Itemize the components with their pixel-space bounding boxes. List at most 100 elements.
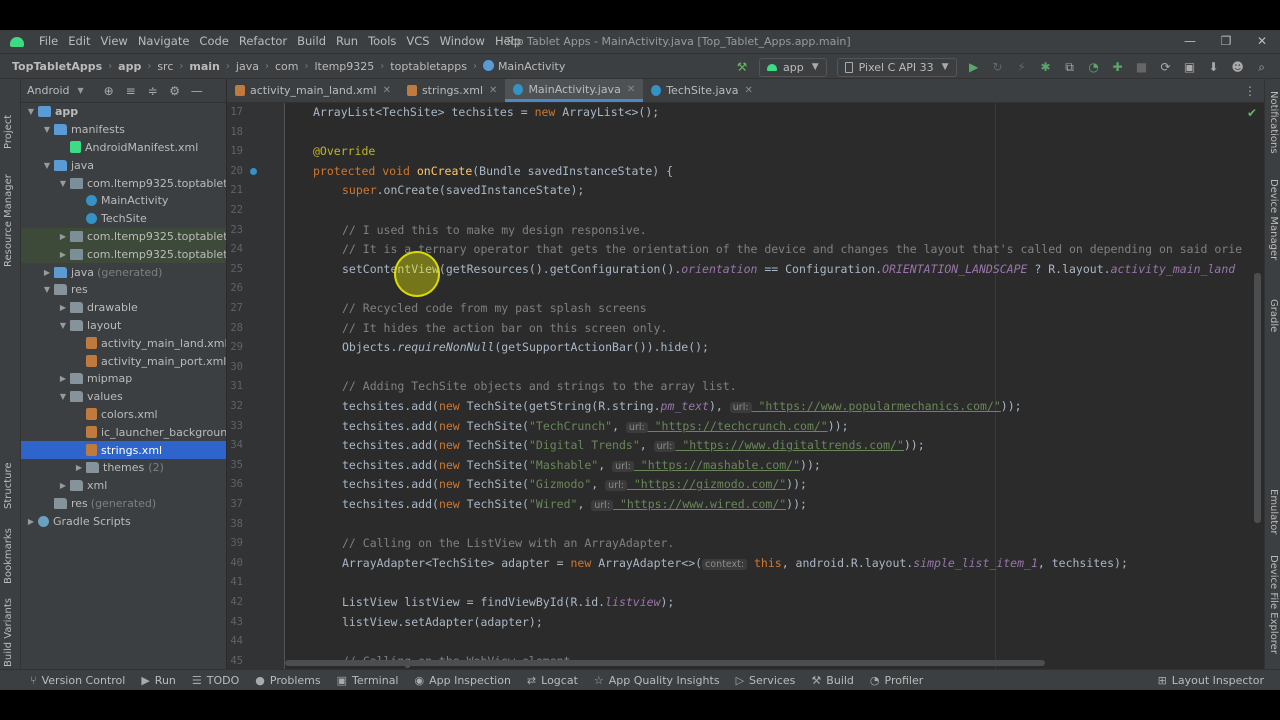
tab-activity-main-land[interactable]: activity_main_land.xml ✕ (227, 79, 399, 102)
close-icon[interactable]: ✕ (383, 85, 391, 96)
breadcrumb-com[interactable]: com (271, 60, 303, 73)
menu-vcs[interactable]: VCS (401, 30, 434, 53)
menu-run[interactable]: Run (331, 30, 363, 53)
sync-gradle-icon[interactable]: ⟳ (1155, 56, 1177, 78)
device-manager-icon[interactable]: ▣ (1179, 56, 1201, 78)
vertical-scrollbar[interactable] (1254, 273, 1261, 523)
rerun-icon[interactable]: ↻ (987, 56, 1009, 78)
menu-tools[interactable]: Tools (363, 30, 401, 53)
build-tool-button[interactable]: ⚒ Build (803, 674, 862, 687)
code-with-me-icon[interactable]: ☻ (1227, 56, 1249, 78)
search-icon[interactable]: ⌕ (1251, 56, 1273, 78)
emulator-tool-tab[interactable]: Emulator (1268, 489, 1279, 534)
tab-techsite[interactable]: TechSite.java ✕ (643, 79, 761, 102)
tree-item-package-main[interactable]: ▼ com.ltemp9325.toptabletapps (21, 174, 226, 192)
hide-panel-icon[interactable]: — (186, 84, 208, 98)
profile-icon[interactable]: ◔ (1083, 56, 1105, 78)
menu-build[interactable]: Build (292, 30, 331, 53)
breadcrumb-src[interactable]: src (153, 60, 177, 73)
tree-item-xml[interactable]: ▶ xml (21, 477, 226, 495)
tree-item-mipmap[interactable]: ▶ mipmap (21, 370, 226, 388)
tree-item-mainactivity[interactable]: MainActivity (21, 192, 226, 210)
gear-icon[interactable]: ⚙ (1275, 56, 1280, 78)
code-editor[interactable]: ✔ 17 ArrayList<TechSite> techsites = new … (227, 103, 1264, 669)
device-select[interactable]: Pixel C API 33 ▼ (836, 57, 957, 77)
debug-icon[interactable]: ✱ (1035, 56, 1057, 78)
horizontal-scrollbar[interactable] (285, 660, 1045, 666)
logcat-tool-button[interactable]: ⇄ Logcat (519, 674, 586, 687)
attach-debugger-icon[interactable]: ⧉ (1059, 56, 1081, 78)
device-file-explorer-tool-tab[interactable]: Device File Explorer (1268, 555, 1279, 654)
tab-mainactivity[interactable]: MainActivity.java ✕ (505, 79, 644, 102)
run-config-select[interactable]: app ▼ (759, 57, 827, 77)
tree-item-package-test[interactable]: ▶ com.ltemp9325.toptabletapps (21, 245, 226, 264)
tree-item-techsite[interactable]: TechSite (21, 210, 226, 228)
device-manager-tool-tab[interactable]: Device Manager (1268, 179, 1279, 260)
tree-item-activity-main-land[interactable]: activity_main_land.xml (21, 334, 226, 352)
services-tool-button[interactable]: ▷ Services (728, 674, 804, 687)
breadcrumb-java[interactable]: java (232, 60, 263, 73)
close-icon[interactable]: ✕ (489, 85, 497, 96)
gear-icon[interactable]: ⚙ (164, 84, 186, 98)
project-view-select[interactable]: Android (27, 84, 70, 97)
tree-item-res-generated[interactable]: res (generated) (21, 495, 226, 513)
version-control-tool-button[interactable]: ⑂ Version Control (22, 674, 133, 687)
tree-item-gradle-scripts[interactable]: ▶ Gradle Scripts (21, 512, 226, 530)
close-icon[interactable]: ✕ (745, 85, 753, 96)
build-variants-tool-tab[interactable]: Build Variants (3, 598, 14, 667)
locate-icon[interactable]: ⊕ (98, 84, 120, 98)
gradle-tool-tab[interactable]: Gradle (1268, 299, 1279, 332)
override-marker-icon[interactable] (250, 167, 257, 175)
menu-refactor[interactable]: Refactor (234, 30, 292, 53)
expand-all-icon[interactable]: ≑ (142, 84, 164, 98)
resource-manager-tool-tab[interactable]: Resource Manager (3, 174, 14, 267)
close-button[interactable]: ✕ (1244, 30, 1280, 53)
menu-edit[interactable]: Edit (63, 30, 95, 53)
run-tool-button[interactable]: ▶ Run (133, 674, 184, 687)
layout-inspector-tool-button[interactable]: ⊞ Layout Inspector (1150, 670, 1272, 690)
bookmarks-tool-tab[interactable]: Bookmarks (3, 528, 14, 584)
tree-item-res[interactable]: ▼ res (21, 281, 226, 299)
breadcrumb-project[interactable]: TopTabletApps (8, 60, 106, 73)
tree-item-package-androidtest[interactable]: ▶ com.ltemp9325.toptabletapps (21, 227, 226, 246)
tree-item-colors[interactable]: colors.xml (21, 406, 226, 424)
project-tool-tab[interactable]: Project (3, 115, 14, 149)
tree-item-drawable[interactable]: ▶ drawable (21, 299, 226, 317)
breadcrumb-main[interactable]: main (185, 60, 224, 73)
apply-changes-icon[interactable]: ⚡ (1011, 56, 1033, 78)
more-vertical-icon[interactable]: ⋮ (1244, 79, 1256, 103)
terminal-tool-button[interactable]: ▣ Terminal (329, 674, 407, 687)
breadcrumb-class[interactable]: MainActivity (479, 59, 569, 73)
tree-item-java[interactable]: ▼ java (21, 156, 226, 174)
collapse-all-icon[interactable]: ≡ (120, 84, 142, 98)
tree-item-layout[interactable]: ▼ layout (21, 317, 226, 335)
tree-item-android-manifest[interactable]: AndroidManifest.xml (21, 139, 226, 157)
menu-file[interactable]: File (34, 30, 63, 53)
menu-navigate[interactable]: Navigate (133, 30, 195, 53)
breadcrumb-ltemp[interactable]: ltemp9325 (310, 60, 378, 73)
tree-item-activity-main-port[interactable]: activity_main_port.xml (21, 352, 226, 370)
maximize-button[interactable]: ❐ (1208, 30, 1244, 53)
breadcrumb-package[interactable]: toptabletapps (386, 60, 471, 73)
tree-item-java-generated[interactable]: ▶ java (generated) (21, 263, 226, 281)
problems-tool-button[interactable]: ● Problems (247, 674, 328, 687)
tree-item-strings[interactable]: strings.xml (21, 441, 226, 459)
coverage-icon[interactable]: ✚ (1107, 56, 1129, 78)
profiler-tool-button[interactable]: ◔ Profiler (862, 674, 931, 687)
breadcrumb-module[interactable]: app (114, 60, 145, 73)
menu-window[interactable]: Window (435, 30, 490, 53)
sdk-manager-icon[interactable]: ⬇ (1203, 56, 1225, 78)
tree-item-ic-launcher-background[interactable]: ic_launcher_background.xml (21, 423, 226, 441)
notifications-tool-tab[interactable]: Notifications (1268, 91, 1279, 154)
hammer-icon[interactable]: ⚒ (731, 56, 753, 78)
menu-view[interactable]: View (96, 30, 133, 53)
tree-item-manifests[interactable]: ▼ manifests (21, 121, 226, 139)
tree-item-themes[interactable]: ▶ themes (2) (21, 459, 226, 477)
minimize-button[interactable]: — (1172, 30, 1208, 53)
app-inspection-tool-button[interactable]: ◉ App Inspection (407, 674, 519, 687)
tree-item-values[interactable]: ▼ values (21, 388, 226, 406)
structure-tool-tab[interactable]: Structure (3, 462, 14, 509)
run-icon[interactable]: ▶ (963, 56, 985, 78)
tree-item-app[interactable]: ▼ app (21, 103, 226, 121)
close-icon[interactable]: ✕ (627, 84, 635, 95)
